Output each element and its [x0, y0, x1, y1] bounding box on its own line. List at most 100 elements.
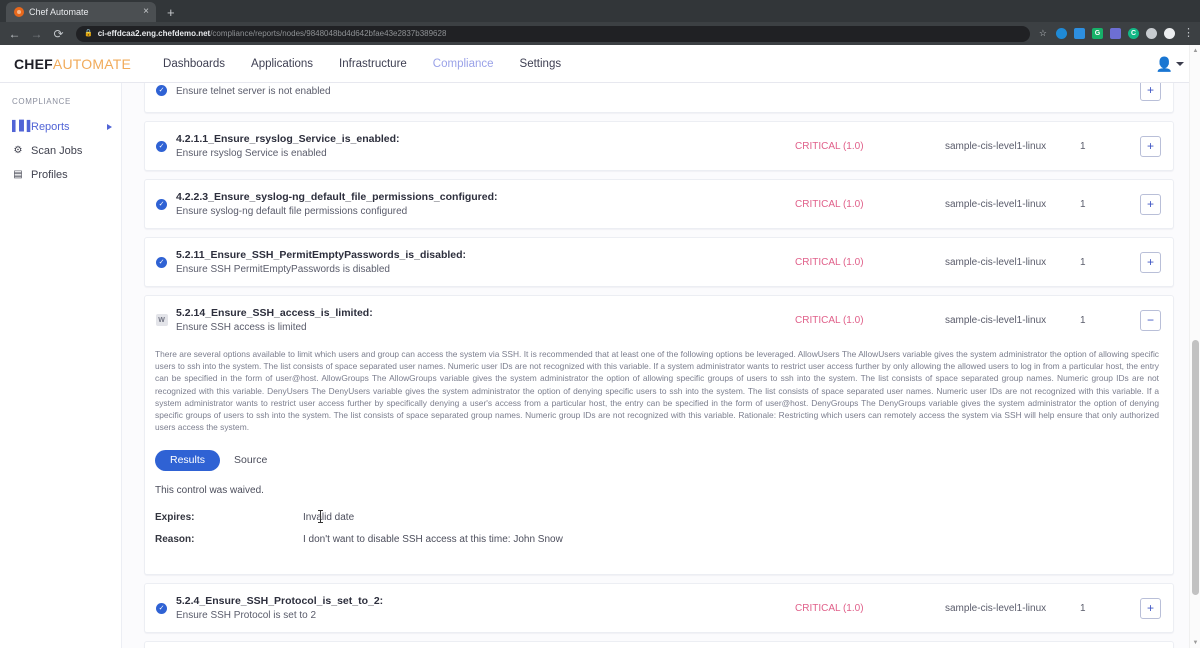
scrollbar-thumb[interactable] — [1192, 340, 1199, 595]
app-body: COMPLIANCE ▌▋▌ Reports ⚙ Scan Jobs ▤ Pro… — [0, 83, 1200, 648]
page-scrollbar[interactable]: ▲ ▼ — [1189, 45, 1200, 648]
waived-message: This control was waived. — [155, 485, 1159, 496]
severity-badge: CRITICAL (1.0) — [795, 603, 945, 614]
close-icon[interactable]: × — [143, 7, 149, 17]
table-row[interactable]: ✓ Ensure telnet server is not enabled + — [145, 83, 1173, 112]
expand-button[interactable]: + — [1140, 136, 1161, 157]
control-text: 5.2.11_Ensure_SSH_PermitEmptyPasswords_i… — [176, 249, 795, 275]
sidebar-item-profiles-label: Profiles — [31, 169, 68, 181]
sidebar-item-profiles[interactable]: ▤ Profiles — [0, 163, 121, 187]
url-text: ci-effdcaa2.eng.chefdemo.net/compliance/… — [98, 29, 447, 38]
text-cursor-icon — [320, 510, 321, 523]
reload-icon[interactable]: ⟳ — [50, 28, 67, 40]
chevron-right-icon — [107, 124, 112, 130]
url-host: ci-effdcaa2.eng.chefdemo.net — [98, 29, 210, 38]
extension-blue-circle-icon[interactable] — [1056, 28, 1067, 39]
user-avatar-icon: 👤 — [1156, 57, 1173, 71]
control-description: Ensure SSH Protocol is set to 2 — [176, 610, 795, 621]
sidebar-item-scan-jobs[interactable]: ⚙ Scan Jobs — [0, 139, 121, 163]
control-card: ✓ 5.2.4_Ensure_SSH_Protocol_is_set_to_2:… — [144, 583, 1174, 633]
table-row[interactable]: ✓ 5.2.4_Ensure_SSH_Protocol_is_set_to_2:… — [145, 584, 1173, 632]
address-bar[interactable]: 🔒 ci-effdcaa2.eng.chefdemo.net/complianc… — [76, 26, 1030, 42]
expand-button[interactable]: + — [1140, 194, 1161, 215]
result-count: 1 — [1080, 199, 1140, 210]
extension-striped-icon[interactable] — [1110, 28, 1121, 39]
sidebar-item-reports[interactable]: ▌▋▌ Reports — [0, 115, 121, 139]
bookmark-star-icon[interactable]: ☆ — [1039, 28, 1047, 39]
extension-gray-circle-icon[interactable] — [1146, 28, 1157, 39]
browser-tab-title: Chef Automate — [29, 7, 138, 17]
expand-button[interactable]: + — [1140, 598, 1161, 619]
browser-window: Chef Automate × + ← → ⟳ 🔒 ci-effdcaa2.en… — [0, 0, 1200, 648]
user-menu[interactable]: 👤 — [1156, 57, 1184, 71]
result-count: 1 — [1080, 257, 1140, 268]
reason-label: Reason: — [155, 534, 303, 545]
app-header: CHEFAUTOMATE Dashboards Applications Inf… — [0, 45, 1200, 83]
expand-button[interactable]: + — [1140, 83, 1161, 101]
control-card: ✓ Ensure telnet server is not enabled + — [144, 83, 1174, 113]
control-text: Ensure telnet server is not enabled — [176, 83, 795, 97]
waived-badge: W — [156, 314, 168, 326]
extension-green-c-icon[interactable]: C — [1128, 28, 1139, 39]
control-text: 4.2.1.1_Ensure_rsyslog_Service_is_enable… — [176, 133, 795, 159]
scroll-down-icon[interactable]: ▼ — [1190, 637, 1200, 648]
detail-tabs: Results Source — [155, 449, 1159, 471]
chef-favicon-icon — [14, 7, 24, 17]
document-icon: ▤ — [12, 170, 24, 180]
control-id: 5.2.4_Ensure_SSH_Protocol_is_set_to_2: — [176, 595, 795, 607]
browser-toolbar: ← → ⟳ 🔒 ci-effdcaa2.eng.chefdemo.net/com… — [0, 22, 1200, 45]
reason-value: I don't want to disable SSH access at th… — [303, 534, 563, 545]
status-passed-icon: ✓ — [155, 199, 168, 210]
extension-blue-square-icon[interactable] — [1074, 28, 1085, 39]
table-row[interactable]: ✓ 5.4.1.2_Ensure_minimum_days_between_pa… — [145, 642, 1173, 648]
chevron-down-icon — [1176, 62, 1184, 66]
nav-item-compliance[interactable]: Compliance — [433, 58, 494, 70]
new-tab-button[interactable]: + — [167, 6, 175, 19]
table-row[interactable]: ✓ 4.2.1.1_Ensure_rsyslog_Service_is_enab… — [145, 122, 1173, 170]
nav-item-infrastructure[interactable]: Infrastructure — [339, 58, 407, 70]
table-row[interactable]: ✓ 4.2.2.3_Ensure_syslog-ng_default_file_… — [145, 180, 1173, 228]
extension-grammarly-icon[interactable]: G — [1092, 28, 1103, 39]
control-id: 4.2.2.3_Ensure_syslog-ng_default_file_pe… — [176, 191, 795, 203]
tab-results[interactable]: Results — [155, 450, 220, 471]
severity-badge: CRITICAL (1.0) — [795, 315, 945, 326]
extension-white-circle-icon[interactable] — [1164, 28, 1175, 39]
waiver-reason-row: Reason: I don't want to disable SSH acce… — [155, 534, 1159, 545]
app-logo[interactable]: CHEFAUTOMATE — [14, 56, 131, 72]
table-row[interactable]: ✓ 5.2.11_Ensure_SSH_PermitEmptyPasswords… — [145, 238, 1173, 286]
status-passed-icon: ✓ — [155, 141, 168, 152]
back-icon[interactable]: ← — [6, 28, 23, 40]
expand-button[interactable]: + — [1140, 252, 1161, 273]
collapse-button[interactable]: − — [1140, 310, 1161, 331]
expires-value-text: Invalid date — [303, 512, 354, 523]
severity-badge: CRITICAL (1.0) — [795, 141, 945, 152]
forward-icon[interactable]: → — [28, 28, 45, 40]
expires-label: Expires: — [155, 512, 303, 523]
controls-list-panel: ✓ Ensure telnet server is not enabled + — [122, 83, 1200, 648]
control-text: 5.2.4_Ensure_SSH_Protocol_is_set_to_2: E… — [176, 595, 795, 621]
status-passed-icon: ✓ — [155, 603, 168, 614]
control-card: ✓ 4.2.1.1_Ensure_rsyslog_Service_is_enab… — [144, 121, 1174, 171]
browser-tab[interactable]: Chef Automate × — [6, 2, 156, 22]
profile-name: sample-cis-level1-linux — [945, 141, 1080, 152]
sidebar-section-label: COMPLIANCE — [0, 97, 121, 115]
scroll-up-icon[interactable]: ▲ — [1190, 45, 1200, 56]
tab-source[interactable]: Source — [226, 449, 275, 471]
nav-item-applications[interactable]: Applications — [251, 58, 313, 70]
profile-name: sample-cis-level1-linux — [945, 257, 1080, 268]
control-long-description: There are several options available to l… — [155, 348, 1159, 433]
expires-value: Invalid date — [303, 512, 354, 523]
control-card: ✓ 4.2.2.3_Ensure_syslog-ng_default_file_… — [144, 179, 1174, 229]
control-id: 4.2.1.1_Ensure_rsyslog_Service_is_enable… — [176, 133, 795, 145]
nav-item-settings[interactable]: Settings — [520, 58, 562, 70]
control-description: Ensure SSH PermitEmptyPasswords is disab… — [176, 264, 795, 275]
table-row[interactable]: W 5.2.14_Ensure_SSH_access_is_limited: E… — [145, 296, 1173, 344]
control-id: 5.2.14_Ensure_SSH_access_is_limited: — [176, 307, 795, 319]
control-description: Ensure telnet server is not enabled — [176, 86, 795, 97]
main-navigation: Dashboards Applications Infrastructure C… — [163, 58, 1156, 70]
control-text: 5.2.14_Ensure_SSH_access_is_limited: Ens… — [176, 307, 795, 333]
nav-item-dashboards[interactable]: Dashboards — [163, 58, 225, 70]
browser-menu-icon[interactable]: ⋮ — [1180, 28, 1194, 39]
extensions-row: G C — [1052, 28, 1175, 39]
profile-name: sample-cis-level1-linux — [945, 199, 1080, 210]
